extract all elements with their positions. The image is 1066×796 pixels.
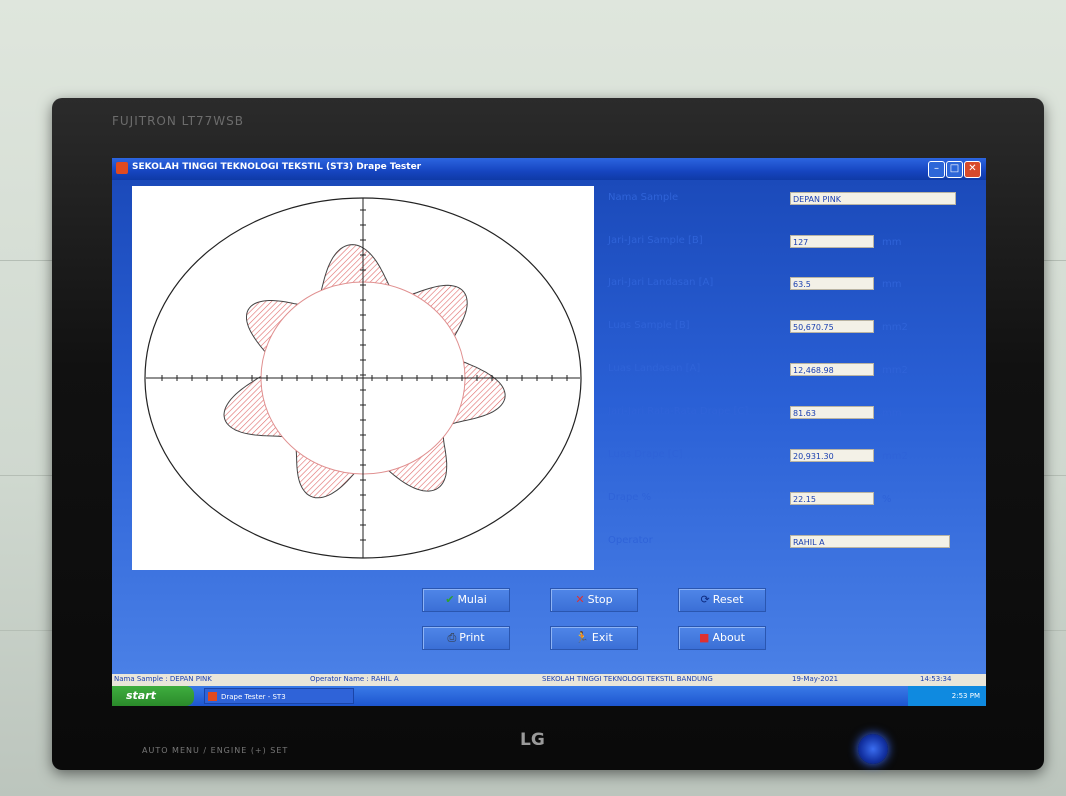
field-label: Operator [608, 535, 653, 546]
field-unit: % [882, 494, 892, 505]
taskbar-item-label: Drape Tester - ST3 [221, 693, 286, 701]
field-input[interactable]: 20,931.30 [790, 449, 874, 462]
monitor-controls: AUTO MENU / ENGINE (+) SET [142, 746, 289, 755]
drape-plot-svg [144, 197, 582, 559]
field-input[interactable]: 63.5 [790, 277, 874, 290]
field-input[interactable]: 127 [790, 235, 874, 248]
screen: SEKOLAH TINGGI TEKNOLOGI TEKSTIL (ST3) D… [112, 158, 986, 706]
field-label: Nama Sample [608, 192, 679, 203]
about-button[interactable]: ■ About [678, 626, 766, 650]
minimize-button[interactable]: – [928, 161, 945, 178]
status-sample: Nama Sample : DEPAN PINK [114, 675, 212, 683]
field-label: Jari-Jari Rata-Rata Drape [C] [608, 406, 749, 417]
print-button[interactable]: ⎙ Print [422, 626, 510, 650]
stop-icon: ✕ [575, 593, 585, 606]
status-time: 14:53:34 [920, 675, 952, 683]
window-title: SEKOLAH TINGGI TEKNOLOGI TEKSTIL (ST3) D… [132, 162, 422, 172]
field-input[interactable]: 22.15 [790, 492, 874, 505]
field-unit: mm2 [882, 451, 908, 462]
field-label: Luas Landasan [A] [608, 363, 701, 374]
mulai-label: Mulai [457, 593, 487, 606]
status-date: 19-May-2021 [792, 675, 839, 683]
lg-logo: LG [520, 730, 545, 750]
field-label: Luas Sample [B] [608, 320, 690, 331]
stop-label: Stop [587, 593, 613, 606]
drape-plot [132, 186, 594, 570]
check-icon: ✔ [445, 593, 455, 606]
field-unit: mm2 [882, 365, 908, 376]
monitor-brand: FUJITRON LT77WSB [112, 114, 245, 128]
status-school: SEKOLAH TINGGI TEKNOLOGI TEKSTIL BANDUNG [542, 675, 713, 683]
about-label: About [712, 631, 745, 644]
field-input[interactable]: 50,670.75 [790, 320, 874, 333]
window-titlebar: SEKOLAH TINGGI TEKNOLOGI TEKSTIL (ST3) D… [112, 158, 986, 180]
field-unit: mm [882, 237, 902, 248]
exit-label: Exit [591, 631, 613, 644]
exit-icon: 🏃 [575, 631, 589, 644]
power-button[interactable] [858, 734, 888, 764]
field-unit: mm [882, 408, 902, 419]
taskbar: start Drape Tester - ST3 2:53 PM [112, 686, 986, 706]
about-icon: ■ [699, 631, 710, 644]
field-input[interactable]: DEPAN PINK [790, 192, 956, 205]
field-label: Jari-Jari Landasan [A] [608, 277, 714, 288]
system-tray: 2:53 PM [908, 686, 986, 706]
reset-label: Reset [712, 593, 744, 606]
reset-icon: ⟳ [700, 593, 710, 606]
close-button[interactable]: ✕ [964, 161, 981, 178]
field-unit: mm [882, 279, 902, 290]
status-bar: Nama Sample : DEPAN PINK Operator Name :… [112, 674, 986, 686]
field-unit: mm2 [882, 322, 908, 333]
taskbar-item-drape-tester[interactable]: Drape Tester - ST3 [204, 688, 354, 704]
reset-button[interactable]: ⟳ Reset [678, 588, 766, 612]
main-form: ✔ Mulai ✕ Stop ⟳ Reset ⎙ Print 🏃 Exit ■ About … [112, 180, 986, 674]
stop-button[interactable]: ✕ Stop [550, 588, 638, 612]
start-button[interactable]: start [112, 686, 194, 706]
status-operator: Operator Name : RAHIL A [310, 675, 399, 683]
mulai-button[interactable]: ✔ Mulai [422, 588, 510, 612]
field-label: Jari-Jari Sample [B] [608, 235, 703, 246]
field-input[interactable]: RAHIL A [790, 535, 950, 548]
field-label: Luas Drape [C] [608, 449, 683, 460]
print-label: Print [459, 631, 485, 644]
tray-clock: 2:53 PM [951, 692, 980, 700]
start-label: start [126, 689, 156, 702]
field-input[interactable]: 12,468.98 [790, 363, 874, 376]
field-input[interactable]: 81.63 [790, 406, 874, 419]
exit-button[interactable]: 🏃 Exit [550, 626, 638, 650]
app-icon [116, 162, 128, 174]
maximize-button[interactable]: □ [946, 161, 963, 178]
app-icon [208, 692, 217, 701]
printer-icon: ⎙ [447, 631, 457, 644]
field-label: Drape % [608, 492, 652, 503]
